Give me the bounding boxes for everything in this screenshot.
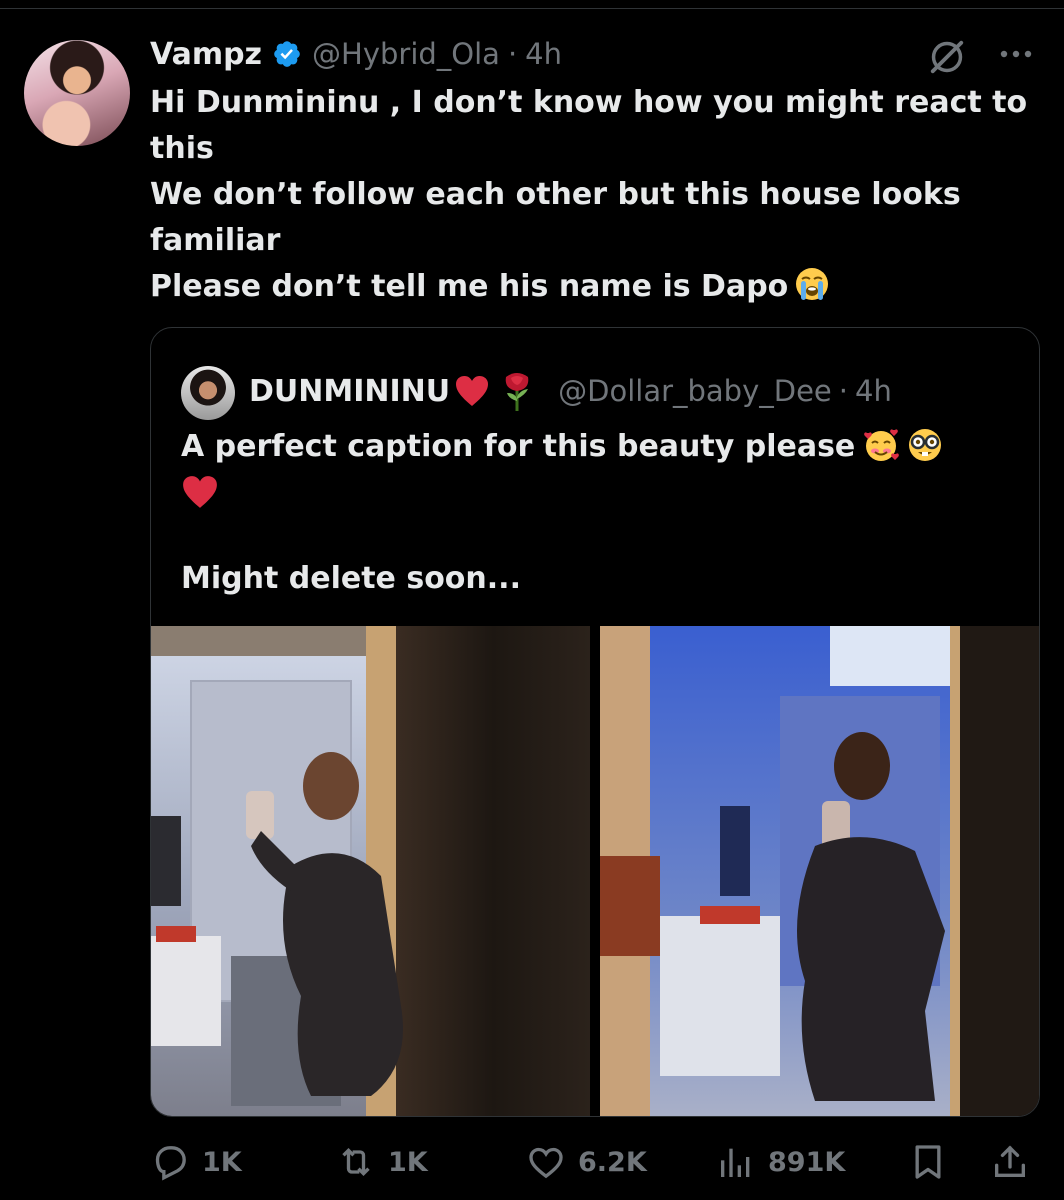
reply-count: 1K (202, 1146, 242, 1178)
rose-emoji (505, 373, 529, 411)
red-heart-emoji (183, 476, 217, 508)
tweet-line: this (150, 131, 214, 166)
author-avatar[interactable] (24, 40, 130, 146)
quoted-author-avatar[interactable] (181, 366, 235, 420)
reply-icon (155, 1146, 186, 1181)
bookmark-button[interactable] (908, 1140, 948, 1184)
media-photo-2[interactable] (600, 626, 1039, 1116)
quoted-tweet[interactable]: DUNMININU @Dollar_baby_Dee · 4h A perfec… (150, 327, 1040, 1117)
quoted-author-display-name[interactable]: DUNMININU (249, 374, 450, 409)
tweet-header: Vampz @Hybrid_Ola · 4h (150, 34, 562, 74)
quoted-tweet-timestamp[interactable]: 4h (855, 374, 892, 408)
quoted-line-3: Might delete soon... (181, 561, 521, 596)
grok-icon[interactable] (928, 38, 966, 76)
tweet-line: Please don’t tell me his name is Dapo (150, 269, 789, 304)
quoted-line-2 (181, 470, 1021, 510)
tweet-timestamp[interactable]: 4h (525, 37, 562, 71)
mirror-selfie-photo-2 (600, 626, 1039, 1116)
tweet-line: familiar (150, 223, 281, 258)
repost-button[interactable]: 1K (336, 1140, 428, 1184)
views-icon (721, 1148, 750, 1177)
quoted-author-handle[interactable]: @Dollar_baby_Dee (558, 374, 832, 408)
smiling-face-with-hearts-emoji (864, 429, 900, 461)
reply-button[interactable]: 1K (150, 1140, 242, 1184)
verified-icon (274, 41, 300, 67)
views-count: 891K (768, 1146, 846, 1178)
like-button[interactable]: 6.2K (526, 1140, 647, 1184)
repost-count: 1K (388, 1146, 428, 1178)
tweet-actions: 1K 1K 6.2K 891K (150, 1140, 1040, 1184)
media-photo-1[interactable] (151, 626, 590, 1116)
mirror-selfie-photo-1 (151, 626, 590, 1116)
quoted-tweet-text: A perfect caption for this beauty please (181, 424, 1021, 602)
header-separator: · (507, 37, 518, 71)
quoted-line-1: A perfect caption for this beauty please (181, 424, 1021, 470)
share-button[interactable] (990, 1140, 1030, 1184)
views-button[interactable]: 891K (716, 1140, 845, 1184)
author-display-name[interactable]: Vampz (150, 37, 262, 72)
tweet-text: Hi Dunmininu , I don’t know how you migh… (150, 80, 1040, 310)
repost-icon (342, 1147, 370, 1177)
quoted-tweet-header: DUNMININU @Dollar_baby_Dee · 4h (249, 368, 892, 414)
like-count: 6.2K (578, 1146, 647, 1178)
quoted-caption: A perfect caption for this beauty please (181, 429, 856, 464)
quoted-blank-line (181, 510, 1021, 556)
loudly-crying-face-emoji (796, 268, 829, 300)
tweet-line: We don’t follow each other but this hous… (150, 177, 961, 212)
like-icon (529, 1147, 563, 1179)
author-handle[interactable]: @Hybrid_Ola (312, 37, 500, 71)
red-heart-emoji (456, 376, 489, 406)
bookmark-icon (915, 1145, 941, 1179)
quoted-header-separator: · (838, 374, 848, 408)
more-icon[interactable] (994, 36, 1038, 72)
tweet-line: Hi Dunmininu , I don’t know how you migh… (150, 85, 1028, 120)
top-divider (0, 0, 1064, 9)
media-grid (151, 626, 1039, 1116)
nerd-face-emoji (909, 429, 942, 461)
share-icon (995, 1145, 1025, 1177)
tweet-line-last: Please don’t tell me his name is Dapo (150, 264, 1040, 310)
